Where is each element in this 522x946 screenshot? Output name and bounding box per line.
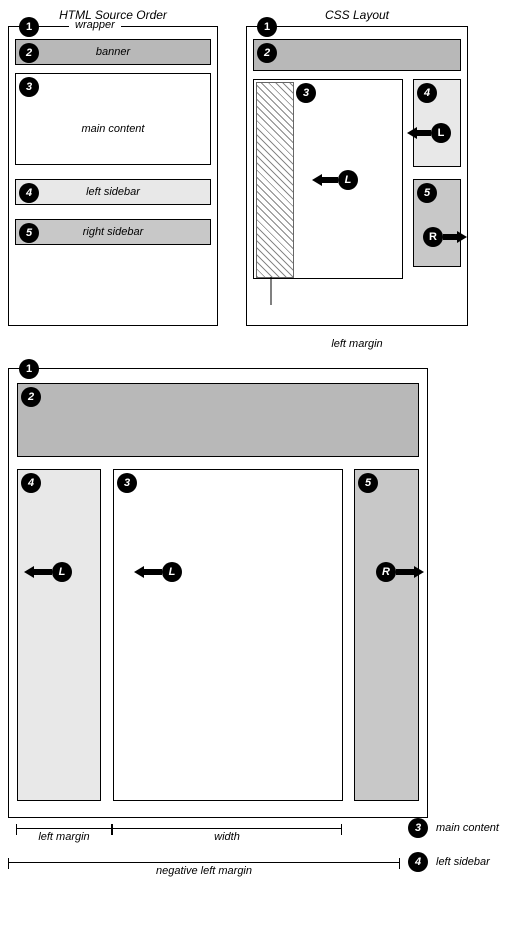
- big-banner: 2: [17, 383, 419, 457]
- dimensions-main: left margin width 3 main content: [8, 822, 514, 852]
- css-right-sidebar: 5: [413, 179, 461, 267]
- big-main: 3 L: [113, 469, 343, 801]
- leader-line: [271, 277, 273, 307]
- right-sidebar-label: right sidebar: [83, 226, 144, 238]
- dim-left-margin: left margin: [16, 828, 112, 829]
- big-arrow-main: L: [134, 562, 182, 582]
- badge-2b: 2: [257, 43, 277, 63]
- left-margin-caption: left margin: [246, 338, 468, 350]
- badge-5b: 5: [417, 183, 437, 203]
- badge-2c: 2: [21, 387, 41, 407]
- banner-label: banner: [96, 46, 130, 58]
- arrow-right-sidebar: R: [423, 227, 467, 247]
- arrow-badge-L4: L: [162, 562, 182, 582]
- html-source-panel: wrapper 1 2 banner 3 main content 4 left…: [8, 26, 218, 326]
- arrow-badge-R2: R: [376, 562, 396, 582]
- big-left-sidebar: 4 L: [17, 469, 101, 801]
- badge-5: 5: [19, 223, 39, 243]
- css-banner: 2: [253, 39, 461, 71]
- title-css-layout: CSS Layout: [246, 8, 468, 22]
- src-main: 3 main content: [15, 73, 211, 165]
- wrapper-label: wrapper: [69, 19, 121, 31]
- arrow-main-left: L: [312, 170, 358, 190]
- arrow-badge-L3: L: [52, 562, 72, 582]
- css-layout-panel: 1 2 3 L 4 L 5 R: [246, 26, 468, 326]
- trail-label-left-sidebar: left sidebar: [436, 856, 490, 868]
- trail-label-main: main content: [436, 822, 499, 834]
- big-arrow-left-sidebar: L: [24, 562, 72, 582]
- dimensions-left-sidebar: negative left margin 4 left sidebar: [8, 856, 514, 886]
- css-main: 3 L: [253, 79, 403, 279]
- big-right-sidebar: 5 R: [354, 469, 419, 801]
- badge-4b: 4: [417, 83, 437, 103]
- arrow-left-sidebar: L: [407, 123, 451, 143]
- badge-3c: 3: [117, 473, 137, 493]
- result-panel: 1 2 4 L 3 L 5 R: [8, 368, 428, 818]
- main-content-label: main content: [82, 123, 145, 135]
- trail-badge-4: 4: [408, 852, 428, 872]
- badge-1: 1: [19, 17, 39, 37]
- left-sidebar-label: left sidebar: [86, 186, 140, 198]
- badge-3: 3: [19, 77, 39, 97]
- big-arrow-right-sidebar: R: [376, 562, 424, 582]
- arrow-badge-R1: R: [423, 227, 443, 247]
- trail-badge-3: 3: [408, 818, 428, 838]
- badge-4: 4: [19, 183, 39, 203]
- dim-negative-left-margin: negative left margin: [8, 862, 400, 863]
- left-margin-hatch: [256, 82, 294, 278]
- badge-1c: 1: [19, 359, 39, 379]
- src-banner: 2 banner: [15, 39, 211, 65]
- top-row: wrapper 1 2 banner 3 main content 4 left…: [8, 26, 514, 326]
- badge-4c: 4: [21, 473, 41, 493]
- badge-5c: 5: [358, 473, 378, 493]
- badge-2: 2: [19, 43, 39, 63]
- dim-width: width: [112, 828, 342, 829]
- arrow-badge-L2: L: [431, 123, 451, 143]
- badge-1b: 1: [257, 17, 277, 37]
- src-left-sidebar: 4 left sidebar: [15, 179, 211, 205]
- src-right-sidebar: 5 right sidebar: [15, 219, 211, 245]
- badge-3b: 3: [296, 83, 316, 103]
- arrow-badge-L1: L: [338, 170, 358, 190]
